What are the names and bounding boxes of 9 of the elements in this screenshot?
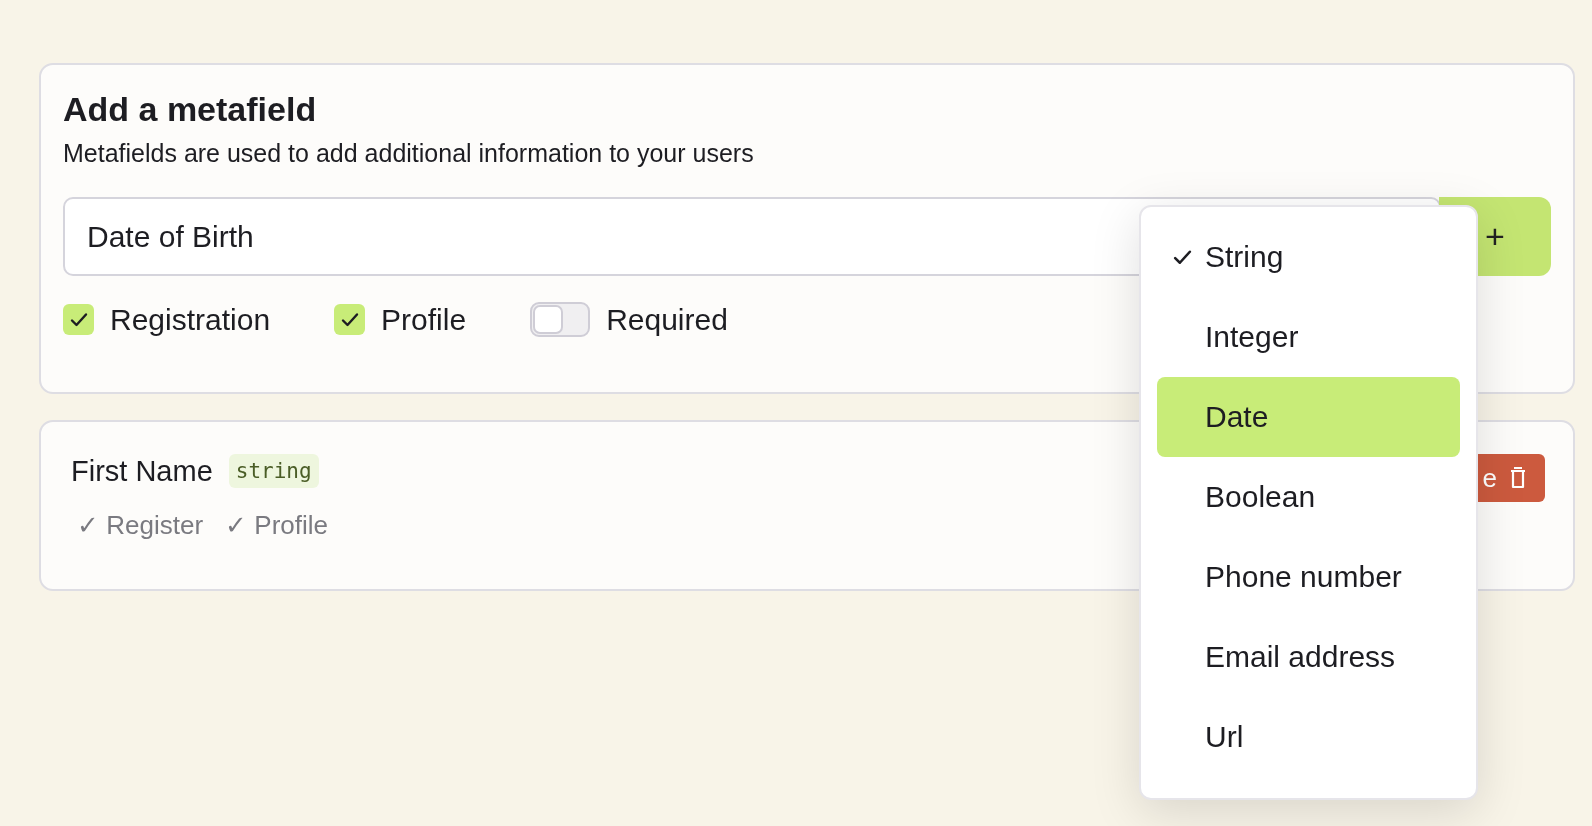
flag-label: ✓ Profile — [225, 510, 328, 541]
option-label: Registration — [110, 302, 271, 337]
option-label: Required — [606, 302, 728, 337]
type-tag: string — [228, 454, 319, 488]
form-title: Add a metafield — [63, 89, 318, 130]
flag-label: ✓ Register — [77, 510, 204, 541]
metafield-name: First Name — [71, 454, 213, 488]
form-description: Metafields are used to add additional information to your users — [63, 138, 755, 169]
option-label: Profile — [381, 302, 467, 337]
